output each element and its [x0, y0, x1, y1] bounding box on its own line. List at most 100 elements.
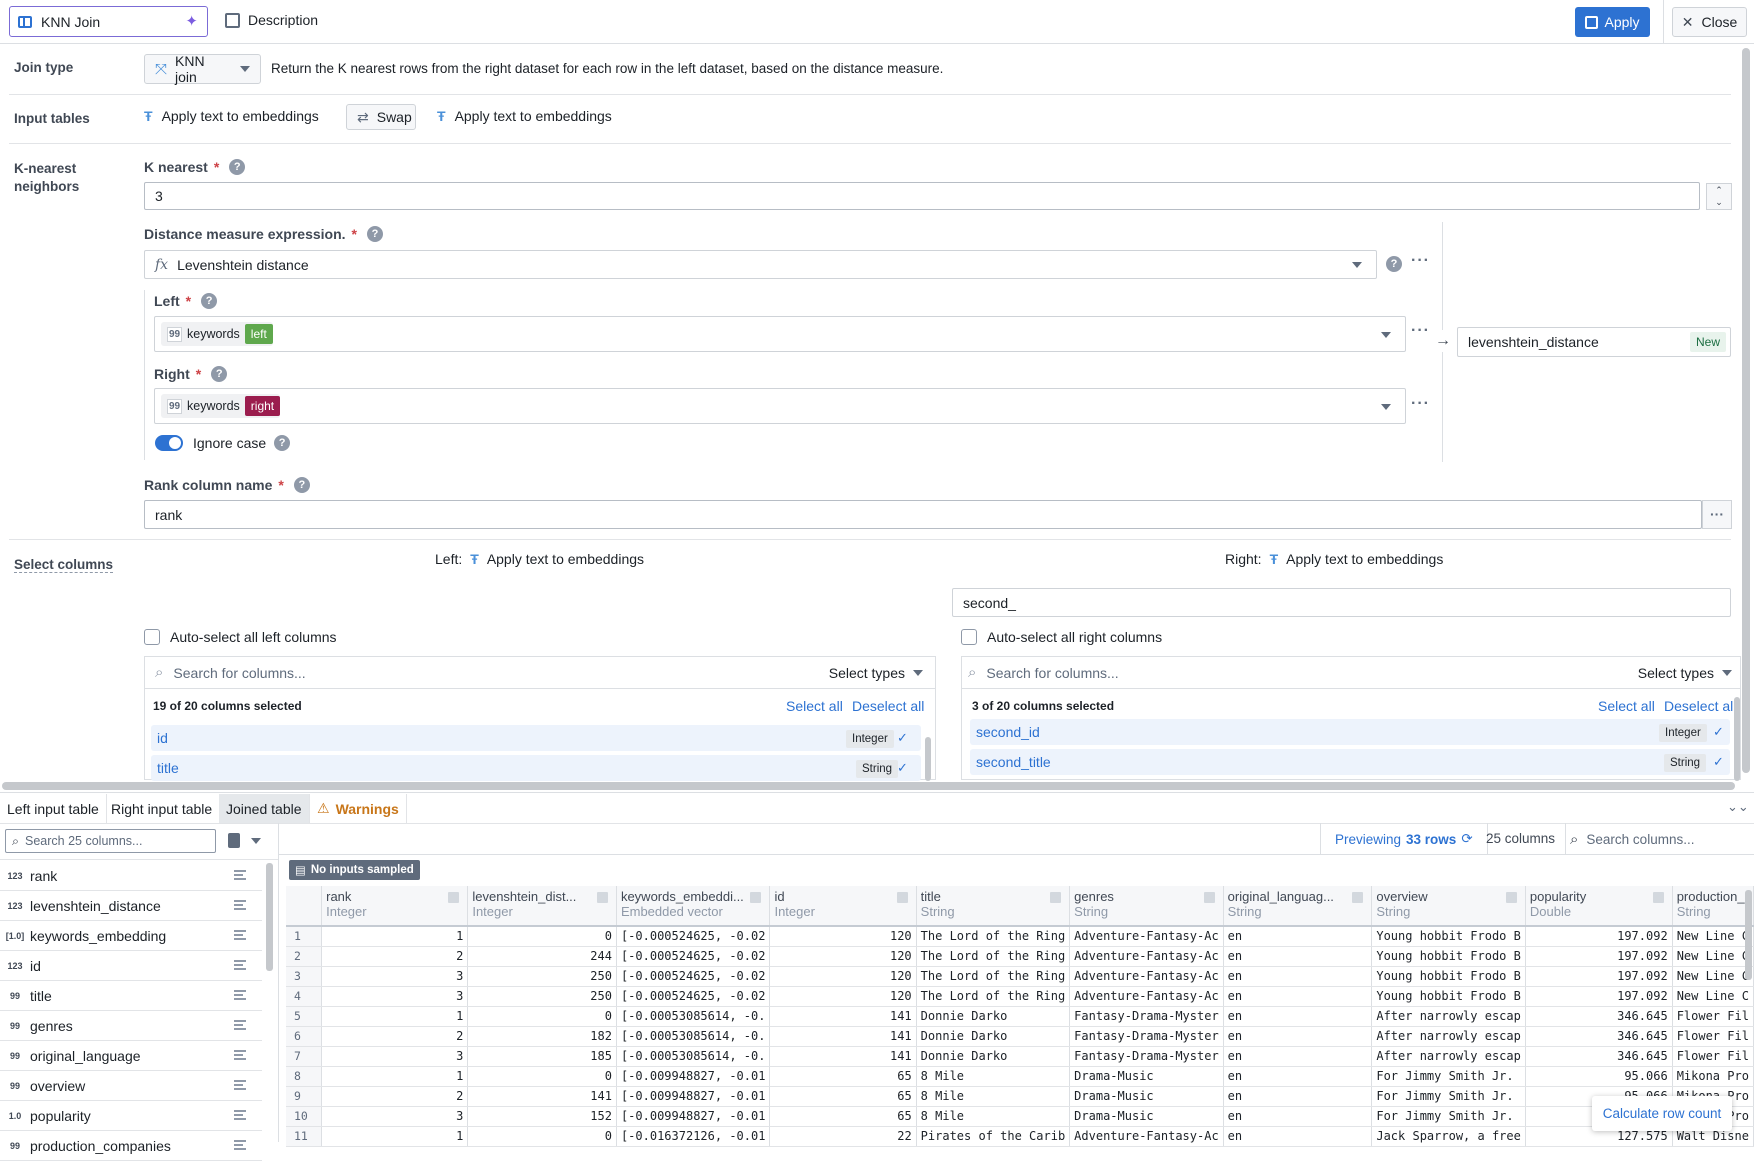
distance-measure-select[interactable]: fx Levenshtein distance [144, 250, 1377, 279]
sort-icon[interactable] [234, 1020, 246, 1030]
table-cell[interactable]: Young hobbit Frodo B [1371, 966, 1526, 987]
table-cell[interactable]: en [1223, 1046, 1373, 1067]
left-column-item[interactable]: title [151, 755, 921, 781]
table-cell[interactable]: For Jimmy Smith Jr. [1371, 1066, 1526, 1087]
table-cell[interactable]: [-0.000524625, -0.02 [616, 986, 771, 1007]
left-list-scrollbar[interactable] [925, 737, 931, 781]
column-header[interactable]: original_languag... String [1223, 886, 1373, 927]
column-filter-icon[interactable] [1203, 892, 1215, 903]
previewing-rows[interactable]: Previewing 33 rows ⟳ [1320, 823, 1488, 855]
decrement-icon[interactable]: ⌄ [1707, 196, 1731, 208]
column-header[interactable]: rank Integer [321, 886, 469, 927]
sort-icon[interactable] [234, 870, 246, 880]
table-row[interactable]: 8 1 0 [-0.009948827, -0.01 65 8 Mile Drama-Mus… [286, 1066, 1754, 1087]
table-cell[interactable]: 1 [321, 1126, 469, 1147]
left-column-select[interactable]: 99 keywords left [154, 316, 1406, 352]
table-cell[interactable]: Drama-Music [1069, 1086, 1224, 1107]
table-cell[interactable]: 141 [769, 1026, 917, 1047]
right-input-table[interactable]: Ŧ Apply text to embeddings [437, 108, 612, 124]
ignore-case-toggle[interactable] [155, 435, 183, 451]
table-row[interactable]: 4 3 250 [-0.000524625, -0.02 120 The Lord of … [286, 986, 1754, 1007]
rank-column-input[interactable]: rank [144, 500, 1702, 529]
right-column-item[interactable]: second_id [970, 719, 1730, 745]
close-button[interactable]: ✕ Close [1672, 7, 1747, 37]
table-cell[interactable]: 65 [769, 1086, 917, 1107]
sort-icon[interactable] [234, 900, 246, 910]
table-cell[interactable]: 0 [467, 1126, 617, 1147]
table-cell[interactable]: 1 [321, 1006, 469, 1027]
table-cell[interactable]: Donnie Darko [916, 1046, 1071, 1067]
column-filter-icon[interactable] [1352, 892, 1364, 903]
table-cell[interactable]: Flower Fil [1672, 1026, 1754, 1047]
table-cell[interactable]: en [1223, 1006, 1373, 1027]
table-cell[interactable]: Mikona Pro [1672, 1066, 1754, 1087]
grid-search-columns[interactable]: ⌕ Search columns... [1570, 823, 1694, 855]
column-filter-icon[interactable] [1652, 892, 1664, 903]
column-header[interactable]: id Integer [769, 886, 917, 927]
table-row[interactable]: 6 2 182 [-0.00053085614, -0. 141 Donnie Darko… [286, 1026, 1754, 1047]
collapse-panel-icon[interactable]: ⌄⌄ [1727, 799, 1749, 815]
sort-icon[interactable] [234, 1080, 246, 1090]
rank-more-button[interactable]: ··· [1702, 500, 1732, 529]
sidebar-column-item[interactable]: 99 production_companies [0, 1131, 262, 1161]
select-types-dropdown[interactable]: Select types [1638, 665, 1732, 681]
help-icon[interactable]: ? [293, 477, 310, 493]
sidebar-column-item[interactable]: 123 rank [0, 861, 262, 891]
column-header[interactable]: production_ String [1672, 886, 1754, 927]
clipboard-icon[interactable] [228, 833, 240, 848]
table-cell[interactable]: 197.092 [1525, 926, 1673, 947]
table-cell[interactable]: [-0.000524625, -0.02 [616, 946, 771, 967]
table-cell[interactable]: The Lord of the Ring [916, 966, 1071, 987]
left-input-table[interactable]: Ŧ Apply text to embeddings [144, 108, 319, 124]
table-cell[interactable]: 95.066 [1525, 1066, 1673, 1087]
table-row[interactable]: 3 3 250 [-0.000524625, -0.02 120 The Lord of … [286, 966, 1754, 987]
sidebar-column-item[interactable]: 123 levenshtein_distance [0, 891, 262, 921]
table-cell[interactable]: en [1223, 1106, 1373, 1127]
join-type-select[interactable]: ⤧ KNN join [144, 53, 261, 85]
table-cell[interactable]: Young hobbit Frodo B [1371, 926, 1526, 947]
table-cell[interactable]: 120 [769, 946, 917, 967]
output-column-input[interactable]: levenshtein_distance New [1457, 327, 1731, 357]
right-list-scrollbar[interactable] [1734, 697, 1740, 781]
swap-button[interactable]: ⇄ Swap [346, 104, 416, 130]
sort-icon[interactable] [234, 960, 246, 970]
column-header[interactable]: overview String [1371, 886, 1526, 927]
k-nearest-stepper[interactable]: ⌃ ⌄ [1706, 183, 1732, 210]
table-cell[interactable]: 1 [321, 1066, 469, 1087]
table-cell[interactable]: 65 [769, 1106, 917, 1127]
increment-icon[interactable]: ⌃ [1707, 184, 1731, 196]
left-auto-select-checkbox[interactable] [144, 629, 160, 645]
table-cell[interactable]: Young hobbit Frodo B [1371, 946, 1526, 967]
sort-icon[interactable] [234, 1050, 246, 1060]
table-cell[interactable]: Adventure-Fantasy-Ac [1069, 1126, 1224, 1147]
right-prefix-input[interactable]: second_ [952, 588, 1731, 617]
table-cell[interactable]: Adventure-Fantasy-Ac [1069, 986, 1224, 1007]
table-cell[interactable]: [-0.009948827, -0.01 [616, 1066, 771, 1087]
sidebar-column-item[interactable]: [1.0] keywords_embedding [0, 921, 262, 951]
page-scrollbar[interactable] [1742, 48, 1750, 773]
sidebar-column-item[interactable]: 99 title [0, 981, 262, 1011]
table-cell[interactable]: [-0.009948827, -0.01 [616, 1086, 771, 1107]
table-cell[interactable]: 120 [769, 986, 917, 1007]
select-columns-label[interactable]: Select columns [14, 557, 114, 573]
tab-right-input-table[interactable]: Right input table [104, 794, 221, 823]
table-cell[interactable]: 0 [467, 926, 617, 947]
table-cell[interactable]: 141 [769, 1046, 917, 1067]
table-cell[interactable]: New Line C [1672, 946, 1754, 967]
table-cell[interactable]: 197.092 [1525, 946, 1673, 967]
help-icon[interactable]: ? [367, 226, 383, 242]
right-deselect-all[interactable]: Deselect all [1664, 698, 1736, 714]
table-cell[interactable]: 1 [321, 926, 469, 947]
table-cell[interactable]: 0 [467, 1066, 617, 1087]
table-cell[interactable]: 22 [769, 1126, 917, 1147]
table-cell[interactable]: 197.092 [1525, 966, 1673, 987]
help-icon[interactable]: ? [1386, 256, 1402, 272]
table-row[interactable]: 9 2 141 [-0.009948827, -0.01 65 8 Mile Drama-M… [286, 1086, 1754, 1107]
tab-warnings[interactable]: ⚠ Warnings [310, 794, 407, 823]
sidebar-scrollbar[interactable] [266, 863, 273, 971]
grid-vertical-scrollbar[interactable] [1745, 890, 1752, 980]
sidebar-column-item[interactable]: 99 overview [0, 1071, 262, 1101]
sort-icon[interactable] [234, 990, 246, 1000]
table-cell[interactable]: 0 [467, 1006, 617, 1027]
table-row[interactable]: 11 1 0 [-0.016372126, -0.01 22 Pirates of the… [286, 1126, 1754, 1147]
